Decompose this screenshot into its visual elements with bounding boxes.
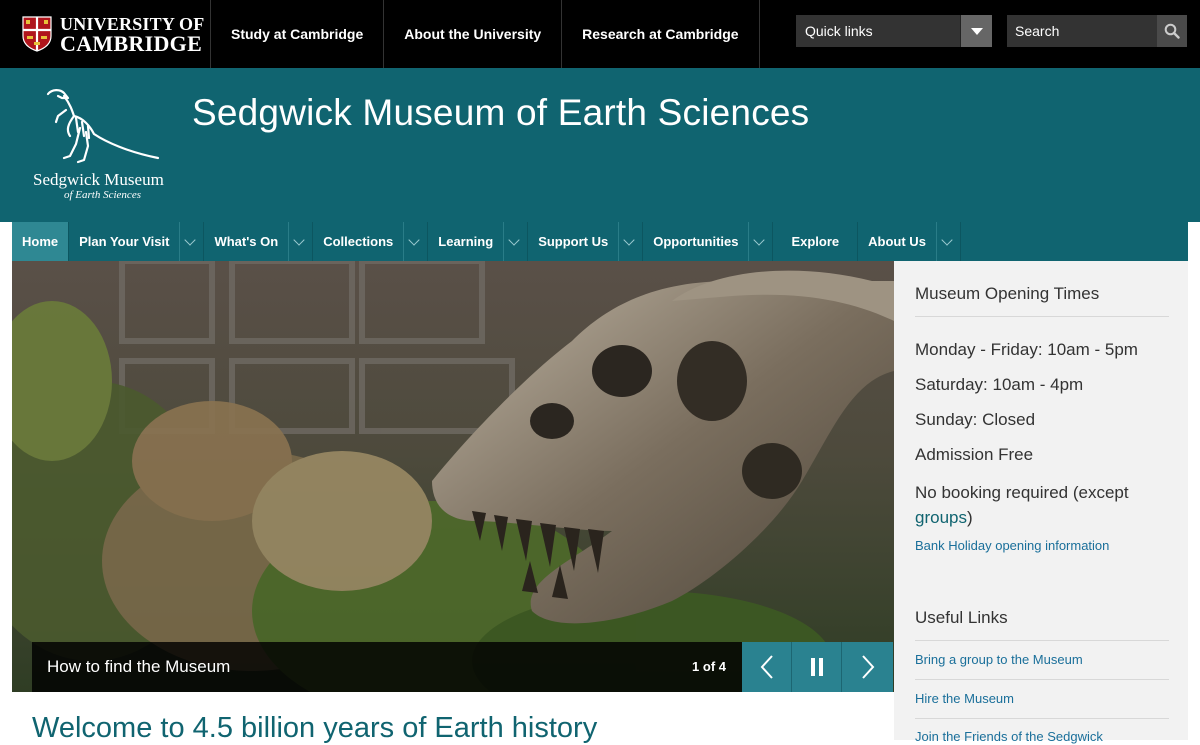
nav-item-label: Explore bbox=[791, 234, 840, 249]
search-icon bbox=[1164, 23, 1180, 39]
next-slide-button[interactable] bbox=[842, 642, 893, 692]
nav-item-label: Learning bbox=[438, 234, 494, 249]
opening-saturday: Saturday: 10am - 4pm bbox=[915, 375, 1084, 394]
chevron-down-icon[interactable] bbox=[503, 222, 527, 261]
divider bbox=[915, 316, 1169, 317]
nav-item-collections[interactable]: Collections bbox=[313, 222, 429, 261]
nav-item-home[interactable]: Home bbox=[12, 222, 70, 261]
nav-item-label: Opportunities bbox=[653, 234, 739, 249]
nav-item-label: About Us bbox=[868, 234, 926, 249]
search-input[interactable] bbox=[1007, 15, 1157, 47]
quick-links-label: Quick links bbox=[805, 23, 873, 39]
useful-link-hire[interactable]: Hire the Museum bbox=[915, 691, 1014, 706]
nav-item-opportunities[interactable]: Opportunities bbox=[643, 222, 774, 261]
nav-item-plan-your-visit[interactable]: Plan Your Visit bbox=[69, 222, 205, 261]
site-header: Sedgwick Museum of Earth Sciences Sedgwi… bbox=[0, 68, 1200, 222]
useful-link-group[interactable]: Bring a group to the Museum bbox=[915, 652, 1083, 667]
nav-research-link[interactable]: Research at Cambridge bbox=[561, 0, 760, 68]
slide-caption-bar: How to find the Museum 1 of 4 bbox=[32, 642, 742, 692]
chevron-down-icon[interactable] bbox=[960, 15, 992, 47]
slide-caption[interactable]: How to find the Museum bbox=[47, 657, 230, 677]
museum-logo-line1: Sedgwick Museum bbox=[33, 170, 164, 189]
opening-sunday: Sunday: Closed bbox=[915, 410, 1036, 429]
booking-text: No booking required (except bbox=[915, 483, 1129, 502]
nav-item-label: What's On bbox=[214, 234, 279, 249]
booking-info: No booking required (except groups) bbox=[915, 480, 1165, 530]
museum-logo-line2: of Earth Sciences bbox=[64, 189, 141, 201]
crest-icon bbox=[22, 16, 52, 52]
university-top-bar: UNIVERSITY OF CAMBRIDGE Study at Cambrid… bbox=[0, 0, 1200, 68]
divider bbox=[915, 640, 1169, 641]
site-title[interactable]: Sedgwick Museum of Earth Sciences bbox=[192, 92, 809, 134]
welcome-heading: Welcome to 4.5 billion years of Earth hi… bbox=[32, 712, 598, 744]
admission-info: Admission Free bbox=[915, 445, 1034, 464]
nav-item-explore[interactable]: Explore bbox=[773, 222, 859, 261]
nav-study-link[interactable]: Study at Cambridge bbox=[210, 0, 383, 68]
useful-link-friends[interactable]: Join the Friends of the Sedgwick bbox=[915, 729, 1103, 744]
chevron-down-icon[interactable] bbox=[748, 222, 772, 261]
chevron-left-icon bbox=[760, 655, 773, 679]
chevron-right-icon bbox=[862, 655, 875, 679]
carousel-controls bbox=[742, 642, 894, 692]
university-nav: Study at Cambridge About the University … bbox=[210, 0, 760, 68]
university-logo[interactable]: UNIVERSITY OF CAMBRIDGE bbox=[22, 14, 204, 56]
useful-links-title: Useful Links bbox=[915, 608, 1008, 627]
previous-slide-button[interactable] bbox=[742, 642, 792, 692]
chevron-down-icon[interactable] bbox=[403, 222, 427, 261]
pause-button[interactable] bbox=[792, 642, 842, 692]
divider bbox=[915, 679, 1169, 680]
museum-logo[interactable]: Sedgwick Museum of Earth Sciences bbox=[28, 86, 178, 206]
dinosaur-skeleton-icon bbox=[46, 89, 160, 164]
search-button[interactable] bbox=[1157, 15, 1187, 47]
nav-item-support-us[interactable]: Support Us bbox=[528, 222, 644, 261]
chevron-down-icon[interactable] bbox=[179, 222, 203, 261]
slide-counter: 1 of 4 bbox=[692, 659, 726, 674]
hero-image bbox=[12, 261, 894, 692]
chevron-down-icon[interactable] bbox=[935, 222, 960, 261]
chevron-down-icon[interactable] bbox=[618, 222, 642, 261]
nav-item-learning[interactable]: Learning bbox=[428, 222, 529, 261]
nav-item-label: Home bbox=[22, 234, 59, 249]
booking-suffix: ) bbox=[966, 508, 973, 527]
bank-holiday-link[interactable]: Bank Holiday opening information bbox=[915, 538, 1109, 553]
nav-item-label: Collections bbox=[323, 234, 394, 249]
opening-times-title: Museum Opening Times bbox=[915, 284, 1100, 303]
groups-link[interactable]: groups bbox=[915, 508, 967, 527]
opening-weekday: Monday - Friday: 10am - 5pm bbox=[915, 340, 1138, 359]
nav-item-label: Support Us bbox=[538, 234, 609, 249]
main-navigation: Home Plan Your Visit What's On Collectio… bbox=[12, 222, 1188, 261]
nav-item-whats-on[interactable]: What's On bbox=[204, 222, 314, 261]
search-box bbox=[1007, 15, 1187, 47]
university-name-line2: CAMBRIDGE bbox=[60, 31, 203, 56]
nav-item-label: Plan Your Visit bbox=[79, 234, 170, 249]
chevron-down-icon[interactable] bbox=[288, 222, 312, 261]
sidebar: Museum Opening Times Monday - Friday: 10… bbox=[894, 261, 1188, 744]
divider bbox=[915, 718, 1169, 719]
pause-icon bbox=[811, 658, 823, 676]
nav-item-about-us[interactable]: About Us bbox=[858, 222, 961, 261]
nav-about-link[interactable]: About the University bbox=[383, 0, 561, 68]
hero-carousel: How to find the Museum 1 of 4 bbox=[12, 261, 894, 692]
quick-links-select[interactable]: Quick links bbox=[796, 15, 992, 47]
